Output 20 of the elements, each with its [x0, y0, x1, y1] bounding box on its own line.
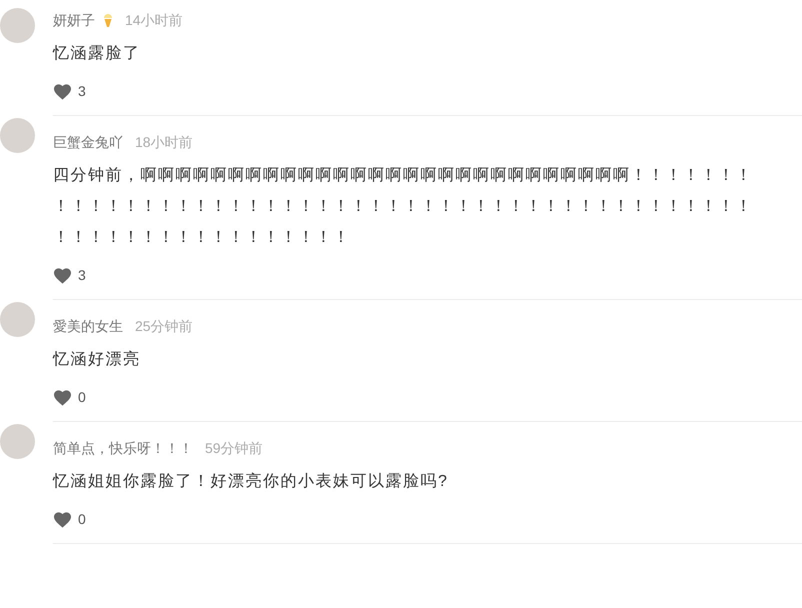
username[interactable]: 巨蟹金兔吖: [53, 132, 123, 152]
comment-text: 忆涵姐姐你露脸了！好漂亮你的小表妹可以露脸吗?: [53, 472, 450, 492]
timestamp: 18小时前: [135, 132, 193, 152]
comment-text: 忆涵好漂亮: [53, 350, 142, 370]
like-count: 0: [78, 510, 86, 528]
comment-text: 四分钟前，啊啊啊啊啊啊啊啊啊啊啊啊啊啊啊啊啊啊啊啊啊啊啊啊啊啊啊啊！！！！！！！！！！！！！！！！！！！！！！！！！！！！！！！！！！！！！！！！！！！！！！！！！！！！！！！！！！！！！！！！: [53, 166, 754, 248]
heart-icon[interactable]: [53, 510, 72, 528]
username[interactable]: 简单点，快乐呀！！！: [53, 438, 193, 458]
timestamp: 59分钟前: [205, 438, 263, 458]
heart-icon[interactable]: [53, 388, 72, 406]
heart-icon[interactable]: [53, 82, 72, 100]
heart-icon[interactable]: [53, 266, 72, 284]
username[interactable]: 妍妍子: [53, 10, 95, 30]
timestamp: 25分钟前: [135, 316, 193, 336]
like-count: 3: [78, 82, 86, 100]
timestamp: 14小时前: [125, 10, 183, 30]
username[interactable]: 愛美的女生: [53, 316, 123, 336]
comment-text: 忆涵露脸了: [53, 44, 142, 64]
like-count: 3: [78, 266, 86, 284]
like-count: 0: [78, 388, 86, 406]
